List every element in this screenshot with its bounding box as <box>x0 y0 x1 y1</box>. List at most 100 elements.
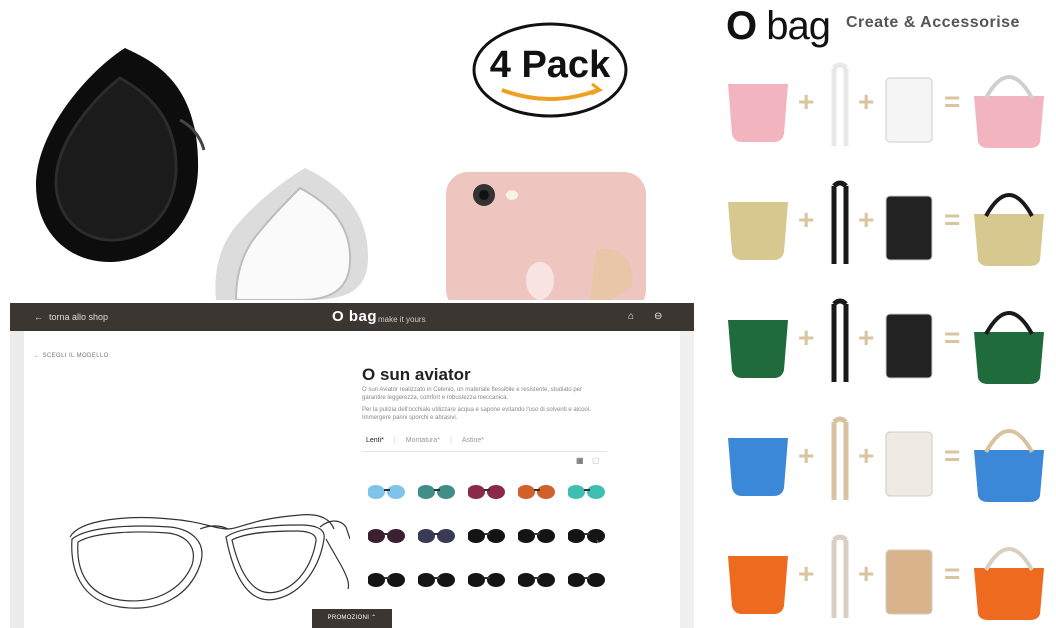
lens-swatch[interactable] <box>368 527 408 545</box>
grid-view-icon[interactable]: ▦ <box>576 456 584 465</box>
plus-sign: + <box>858 86 875 117</box>
list-view-icon[interactable]: ▢ <box>592 456 600 465</box>
plus-sign: + <box>798 86 815 117</box>
obag-accessorise-panel: O bag Create & Accessorise + + = + + = + + = + + = +… <box>700 0 1056 628</box>
bag-parts-illustration <box>728 534 1044 620</box>
equals-sign: = <box>944 558 961 589</box>
bell-icon[interactable]: ⌂ <box>628 311 634 322</box>
lens-swatch[interactable] <box>418 483 458 501</box>
lens-swatch[interactable] <box>518 571 558 589</box>
bag-combination-row: + + = <box>700 180 1056 270</box>
chevron-up-icon: ⌃ <box>371 615 377 621</box>
equals-sign: = <box>944 204 961 235</box>
finished-bag-handle <box>984 547 1034 571</box>
composite-image: 4 Pack ← torna allo shop O bag make it yo… <box>0 0 1056 628</box>
arrow-left-icon: ← <box>34 312 43 322</box>
promotions-button[interactable]: PROMOZIONI ⌃ <box>312 609 392 628</box>
bag-body <box>728 320 788 378</box>
bag-parts-illustration <box>728 180 1044 266</box>
bag-body <box>728 438 788 496</box>
rose-gold-phone <box>446 172 646 300</box>
finished-bag-handle <box>984 429 1034 453</box>
black-ring-holder <box>36 48 206 262</box>
side-gutter <box>10 331 24 628</box>
tab-montatura[interactable]: Montatura* <box>406 437 440 444</box>
bag-combination-row: + + = <box>700 298 1056 388</box>
lens-swatch[interactable] <box>418 527 458 545</box>
aviator-sunglasses-drawing <box>69 514 351 609</box>
option-tabs: Lenti* | Montatura* | Astine* <box>366 437 494 444</box>
four-pack-badge: 4 Pack <box>470 20 630 120</box>
brand-tagline: make it yours <box>378 315 426 324</box>
brand-logo[interactable]: O bag <box>332 308 377 325</box>
equals-sign: = <box>944 322 961 353</box>
plus-sign: + <box>798 322 815 353</box>
product-title: O sun aviator <box>362 365 471 384</box>
bag-insert <box>885 549 933 615</box>
lens-swatch[interactable] <box>568 527 608 545</box>
bag-combination-row: + + = <box>700 62 1056 152</box>
tab-divider: | <box>449 437 452 444</box>
lens-swatch[interactable] <box>518 483 558 501</box>
obag-logo: O bag <box>726 4 831 49</box>
finished-bag <box>974 96 1044 148</box>
product-description: O sun Aviator realizzato in Celenio, un … <box>362 387 583 401</box>
finished-bag-handle <box>984 75 1034 99</box>
bag-combination-row: + + = <box>700 534 1056 624</box>
chevron-right-icon[interactable]: › <box>596 536 599 546</box>
bag-strap <box>831 416 849 500</box>
lens-row <box>368 527 605 545</box>
plus-sign: + <box>858 558 875 589</box>
lens-swatch[interactable] <box>418 571 458 589</box>
finished-bag <box>974 568 1044 620</box>
tab-divider: | <box>393 437 396 444</box>
equals-sign: = <box>944 440 961 471</box>
lens-row <box>368 483 605 501</box>
finished-bag-handle <box>984 193 1034 217</box>
lens-swatch[interactable] <box>468 571 508 589</box>
bag-insert <box>885 313 933 379</box>
bag-strap <box>831 180 849 264</box>
tab-astine[interactable]: Astine* <box>462 437 484 444</box>
badge-label: 4 Pack <box>489 44 611 86</box>
breadcrumb-label: SCEGLI IL MODELLO <box>42 353 109 359</box>
bag-parts-illustration <box>728 416 1044 502</box>
breadcrumb[interactable]: ← SCEGLI IL MODELLO <box>34 353 109 359</box>
lens-row <box>368 571 605 589</box>
lens-swatch[interactable] <box>368 483 408 501</box>
bag-strap <box>831 298 849 382</box>
bag-parts-illustration <box>728 62 1044 148</box>
lens-options-panel: ▦ ▢ › <box>362 453 607 628</box>
bag-strap <box>831 62 849 146</box>
care-instructions: Per la pulizia dell'occhiale utilizzare … <box>362 407 591 421</box>
bag-icon[interactable]: ⊖ <box>654 311 662 322</box>
glasses-preview <box>50 369 351 628</box>
tab-lenti[interactable]: Lenti* <box>366 437 384 444</box>
lens-swatch[interactable] <box>568 483 608 501</box>
lens-swatch[interactable] <box>568 571 608 589</box>
finished-bag-handle <box>984 311 1034 335</box>
bag-body <box>728 202 788 260</box>
bag-insert <box>885 431 933 497</box>
plus-sign: + <box>798 204 815 235</box>
bag-body <box>728 556 788 614</box>
bag-parts-illustration <box>728 298 1044 384</box>
bag-strap <box>831 534 849 618</box>
lens-swatch[interactable] <box>518 527 558 545</box>
bag-insert <box>885 77 933 143</box>
lens-swatch[interactable] <box>468 483 508 501</box>
lens-swatch[interactable] <box>368 571 408 589</box>
finished-bag <box>974 214 1044 266</box>
plus-sign: + <box>858 204 875 235</box>
logo-letter-o: O <box>726 4 757 48</box>
configurator-body: ← SCEGLI IL MODELLO O sun aviator O sun … <box>24 331 680 628</box>
tab-underline <box>362 451 607 452</box>
back-link-label: torna allo shop <box>49 312 109 322</box>
plus-sign: + <box>798 558 815 589</box>
back-to-shop-link[interactable]: ← torna allo shop <box>34 312 108 322</box>
top-bar: ← torna allo shop O bag make it yours ⌂ ⊖ <box>10 303 694 331</box>
lens-swatch[interactable] <box>468 527 508 545</box>
finished-bag <box>974 332 1044 384</box>
promotions-label: PROMOZIONI <box>327 615 370 621</box>
plus-sign: + <box>858 440 875 471</box>
